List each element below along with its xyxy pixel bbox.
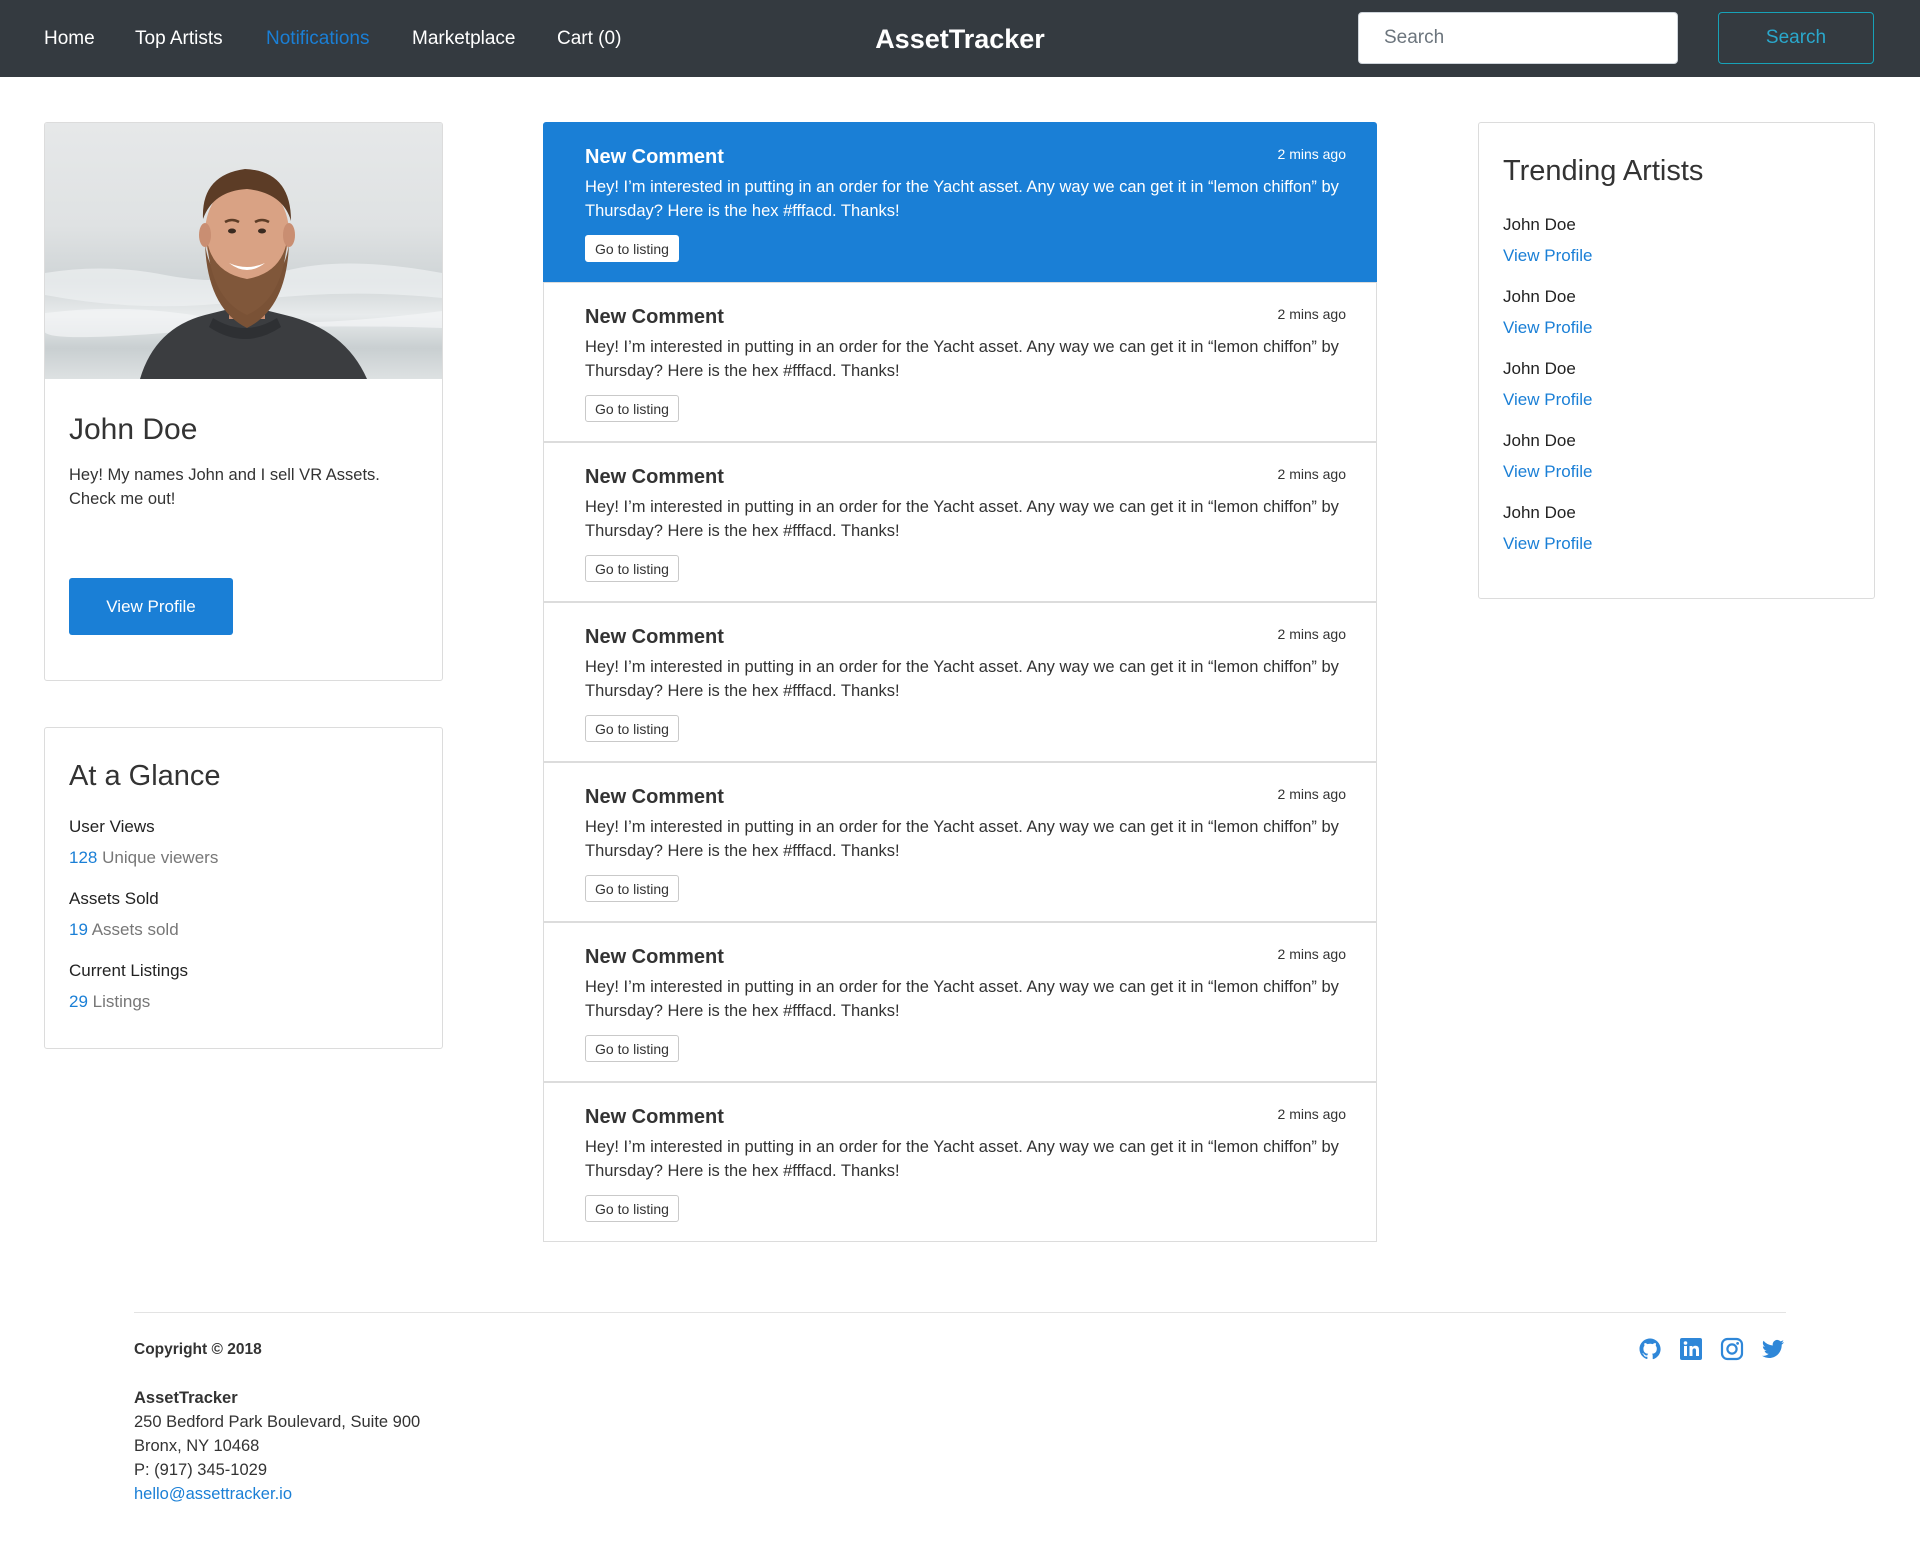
notification-body: Hey! I’m interested in putting in an ord… <box>585 1138 1339 1180</box>
go-to-listing-button[interactable]: Go to listing <box>585 235 679 262</box>
trending-artist-view-profile-link[interactable]: View Profile <box>1503 317 1592 339</box>
notification-item[interactable]: New Comment 2 mins ago Hey! I’m interest… <box>543 602 1377 762</box>
trending-artist-view-profile-link[interactable]: View Profile <box>1503 533 1592 555</box>
notification-title: New Comment <box>585 1106 724 1128</box>
profile-photo-illustration <box>45 169 442 379</box>
trending-artist-name: John Doe <box>1503 359 1576 378</box>
view-profile-button[interactable]: View Profile <box>69 578 233 635</box>
notification-body: Hey! I’m interested in putting in an ord… <box>585 978 1339 1020</box>
go-to-listing-button[interactable]: Go to listing <box>585 1195 679 1222</box>
stat-number: 19 <box>69 920 88 939</box>
trending-artist-name: John Doe <box>1503 503 1576 522</box>
notification-title: New Comment <box>585 786 724 808</box>
notification-body: Hey! I’m interested in putting in an ord… <box>585 338 1339 380</box>
stat-number: 128 <box>69 848 98 867</box>
go-to-listing-button[interactable]: Go to listing <box>585 1035 679 1062</box>
footer-address-line-2: Bronx, NY 10468 <box>134 1437 260 1455</box>
footer-email-link[interactable]: hello@assettracker.io <box>134 1483 292 1505</box>
stat-label-user-views: User Views <box>69 817 155 836</box>
notification-body: Hey! I’m interested in putting in an ord… <box>585 498 1339 540</box>
stat-value-user-views: 128 Unique viewers <box>69 847 218 869</box>
stat-value-assets-sold: 19 Assets sold <box>69 919 179 941</box>
notification-time: 2 mins ago <box>1277 946 1346 962</box>
notification-time: 2 mins ago <box>1277 1106 1346 1122</box>
notification-body: Hey! I’m interested in putting in an ord… <box>585 818 1339 860</box>
trending-artist-name: John Doe <box>1503 215 1576 234</box>
profile-bio: Hey! My names John and I sell VR Assets.… <box>69 466 380 508</box>
nav-cart-link[interactable]: Cart (0) <box>557 27 621 51</box>
search-input[interactable] <box>1358 12 1678 64</box>
stat-label-current-listings: Current Listings <box>69 961 189 980</box>
nav-marketplace-link[interactable]: Marketplace <box>412 27 516 51</box>
stat-label-assets-sold: Assets Sold <box>69 889 159 908</box>
notification-title: New Comment <box>585 466 724 488</box>
go-to-listing-button[interactable]: Go to listing <box>585 395 679 422</box>
trending-artist-name: John Doe <box>1503 431 1576 450</box>
trending-artist-view-profile-link[interactable]: View Profile <box>1503 245 1592 267</box>
glance-title: At a Glance <box>69 760 221 792</box>
footer-copyright: Copyright © 2018 <box>134 1341 262 1358</box>
notification-time: 2 mins ago <box>1277 626 1346 642</box>
notification-title: New Comment <box>585 306 724 328</box>
brand-logo[interactable]: AssetTracker <box>875 24 1045 54</box>
at-a-glance-card: At a Glance User Views 128 Unique viewer… <box>44 727 443 1049</box>
search-button[interactable]: Search <box>1718 12 1874 64</box>
go-to-listing-button[interactable]: Go to listing <box>585 555 679 582</box>
trending-title: Trending Artists <box>1503 155 1704 187</box>
go-to-listing-button[interactable]: Go to listing <box>585 875 679 902</box>
notification-item[interactable]: New Comment 2 mins ago Hey! I’m interest… <box>543 1082 1377 1242</box>
stat-value-current-listings: 29 Listings <box>69 991 150 1013</box>
nav-notifications-link[interactable]: Notifications <box>266 27 370 51</box>
notification-item[interactable]: New Comment 2 mins ago Hey! I’m interest… <box>543 122 1377 282</box>
notification-time: 2 mins ago <box>1277 146 1346 162</box>
footer-company-name: AssetTracker <box>134 1389 238 1407</box>
profile-name: John Doe <box>69 413 198 446</box>
notification-title: New Comment <box>585 946 724 968</box>
stat-unit: Listings <box>92 992 151 1011</box>
trending-artist-view-profile-link[interactable]: View Profile <box>1503 389 1592 411</box>
footer-address-line-1: 250 Bedford Park Boulevard, Suite 900 <box>134 1413 421 1431</box>
nav-top-artists-link[interactable]: Top Artists <box>135 27 223 51</box>
trending-artists-card: Trending Artists John Doe View Profile J… <box>1478 122 1875 599</box>
notification-title: New Comment <box>585 626 724 648</box>
trending-artist-name: John Doe <box>1503 287 1576 306</box>
go-to-listing-button[interactable]: Go to listing <box>585 715 679 742</box>
nav-home-link[interactable]: Home <box>44 27 95 51</box>
navbar: Home Top Artists Notifications Marketpla… <box>0 0 1920 77</box>
profile-card: John Doe Hey! My names John and I sell V… <box>44 122 443 681</box>
notification-time: 2 mins ago <box>1277 306 1346 322</box>
notification-time: 2 mins ago <box>1277 786 1346 802</box>
profile-photo <box>45 123 442 379</box>
twitter-icon[interactable] <box>1761 1337 1785 1361</box>
notification-body: Hey! I’m interested in putting in an ord… <box>585 178 1339 220</box>
notification-item[interactable]: New Comment 2 mins ago Hey! I’m interest… <box>543 442 1377 602</box>
notification-body: Hey! I’m interested in putting in an ord… <box>585 658 1339 700</box>
notification-item[interactable]: New Comment 2 mins ago Hey! I’m interest… <box>543 922 1377 1082</box>
stat-number: 29 <box>69 992 88 1011</box>
github-icon[interactable] <box>1638 1337 1662 1361</box>
notification-time: 2 mins ago <box>1277 466 1346 482</box>
stat-unit: Assets sold <box>91 920 179 939</box>
stat-unit: Unique viewers <box>102 848 219 867</box>
notification-item[interactable]: New Comment 2 mins ago Hey! I’m interest… <box>543 762 1377 922</box>
trending-artist-view-profile-link[interactable]: View Profile <box>1503 461 1592 483</box>
footer-divider <box>134 1312 1786 1313</box>
notification-title: New Comment <box>585 146 724 168</box>
instagram-icon[interactable] <box>1720 1337 1744 1361</box>
linkedin-icon[interactable] <box>1679 1337 1703 1361</box>
notification-item[interactable]: New Comment 2 mins ago Hey! I’m interest… <box>543 282 1377 442</box>
footer-phone: P: (917) 345-1029 <box>134 1461 268 1479</box>
